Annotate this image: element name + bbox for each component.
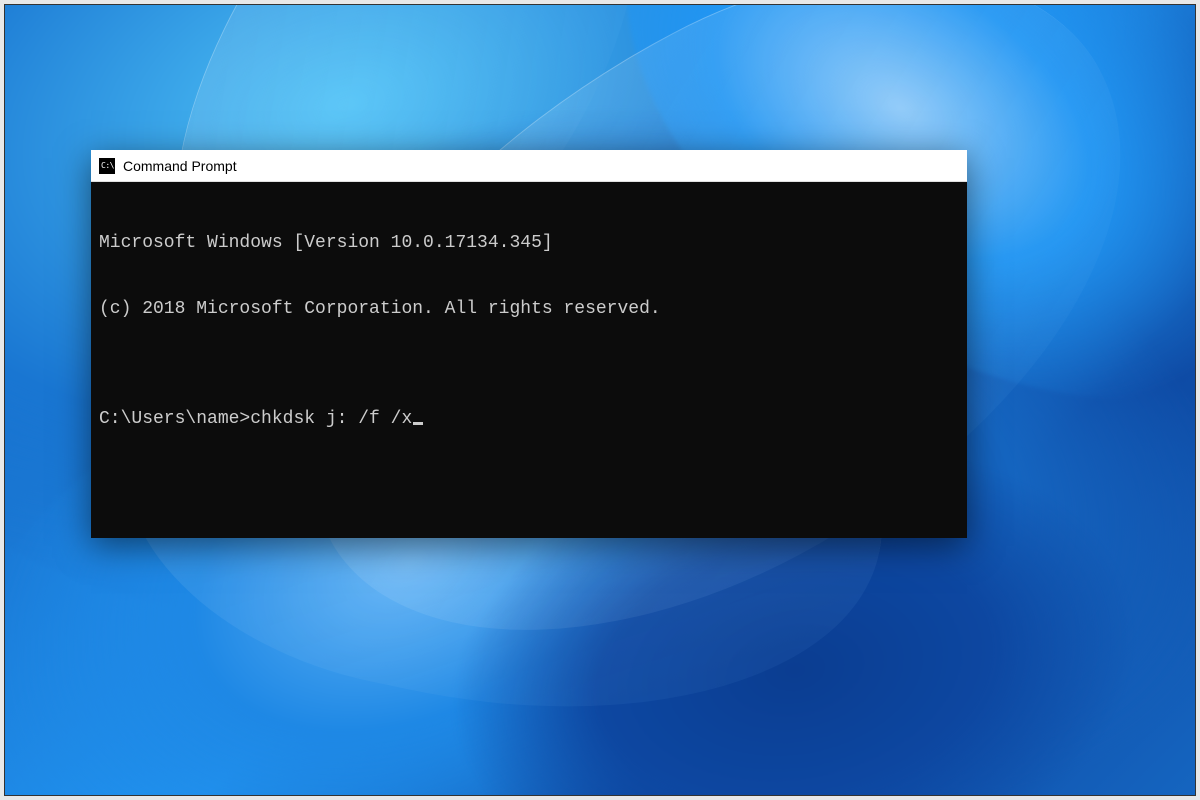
terminal-prompt-line[interactable]: C:\Users\name>chkdsk j: /f /x <box>99 408 959 430</box>
titlebar[interactable]: C:\ Command Prompt <box>91 150 967 182</box>
terminal-command-input[interactable]: chkdsk j: /f /x <box>250 408 412 430</box>
desktop-wallpaper: C:\ Command Prompt Microsoft Windows [Ve… <box>4 4 1196 796</box>
terminal-line: Microsoft Windows [Version 10.0.17134.34… <box>99 232 959 254</box>
terminal-cursor <box>413 422 423 425</box>
cmd-icon: C:\ <box>99 158 115 174</box>
window-title: Command Prompt <box>123 158 237 174</box>
terminal-prompt: C:\Users\name> <box>99 408 250 430</box>
terminal-output[interactable]: Microsoft Windows [Version 10.0.17134.34… <box>91 182 967 538</box>
terminal-line: (c) 2018 Microsoft Corporation. All righ… <box>99 298 959 320</box>
command-prompt-window[interactable]: C:\ Command Prompt Microsoft Windows [Ve… <box>91 150 967 538</box>
